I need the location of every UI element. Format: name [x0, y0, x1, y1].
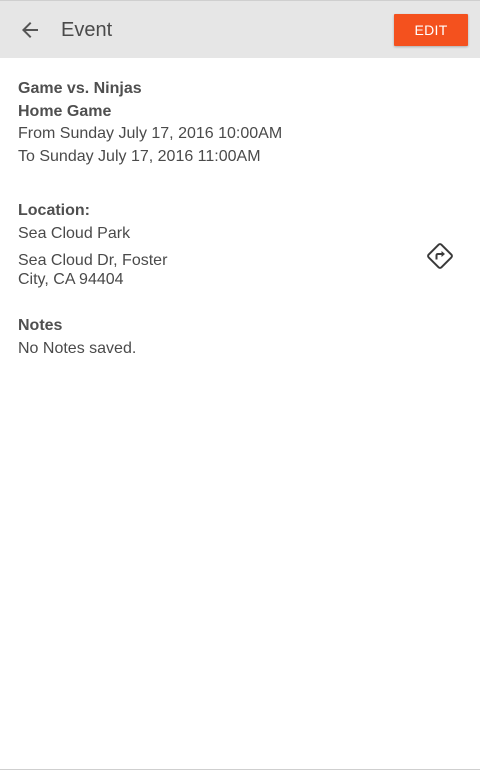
notes-label: Notes — [18, 317, 63, 334]
event-details: Game vs. Ninjas Home Game From Sunday Ju… — [18, 78, 462, 360]
address-line-2: City, CA 94404 — [18, 271, 124, 288]
arrow-left-icon — [22, 22, 38, 38]
edit-button[interactable]: EDIT — [394, 14, 468, 46]
location-name: Sea Cloud Park — [18, 224, 131, 242]
directions-button[interactable] — [422, 238, 458, 274]
notes-text: No Notes saved. — [18, 339, 137, 357]
event-type: Home Game — [18, 102, 112, 120]
event-end-time: To Sunday July 17, 2016 11:00AM — [18, 147, 261, 165]
back-button[interactable] — [10, 10, 50, 50]
directions-icon — [427, 243, 453, 269]
location-label: Location: — [18, 202, 90, 219]
event-name: Game vs. Ninjas — [18, 80, 142, 97]
event-start-time: From Sunday July 17, 2016 10:00AM — [18, 125, 283, 142]
event-screen: Event EDIT Game vs. Ninjas Home Game Fro… — [0, 0, 480, 770]
location-address-row: Sea Cloud Dr, Foster City, CA 94404 — [18, 243, 462, 289]
toolbar: Event EDIT — [0, 0, 480, 58]
page-title: Event — [61, 19, 113, 41]
location-address: Sea Cloud Dr, Foster City, CA 94404 — [18, 251, 188, 289]
address-line-1: Sea Cloud Dr, Foster — [18, 252, 168, 269]
